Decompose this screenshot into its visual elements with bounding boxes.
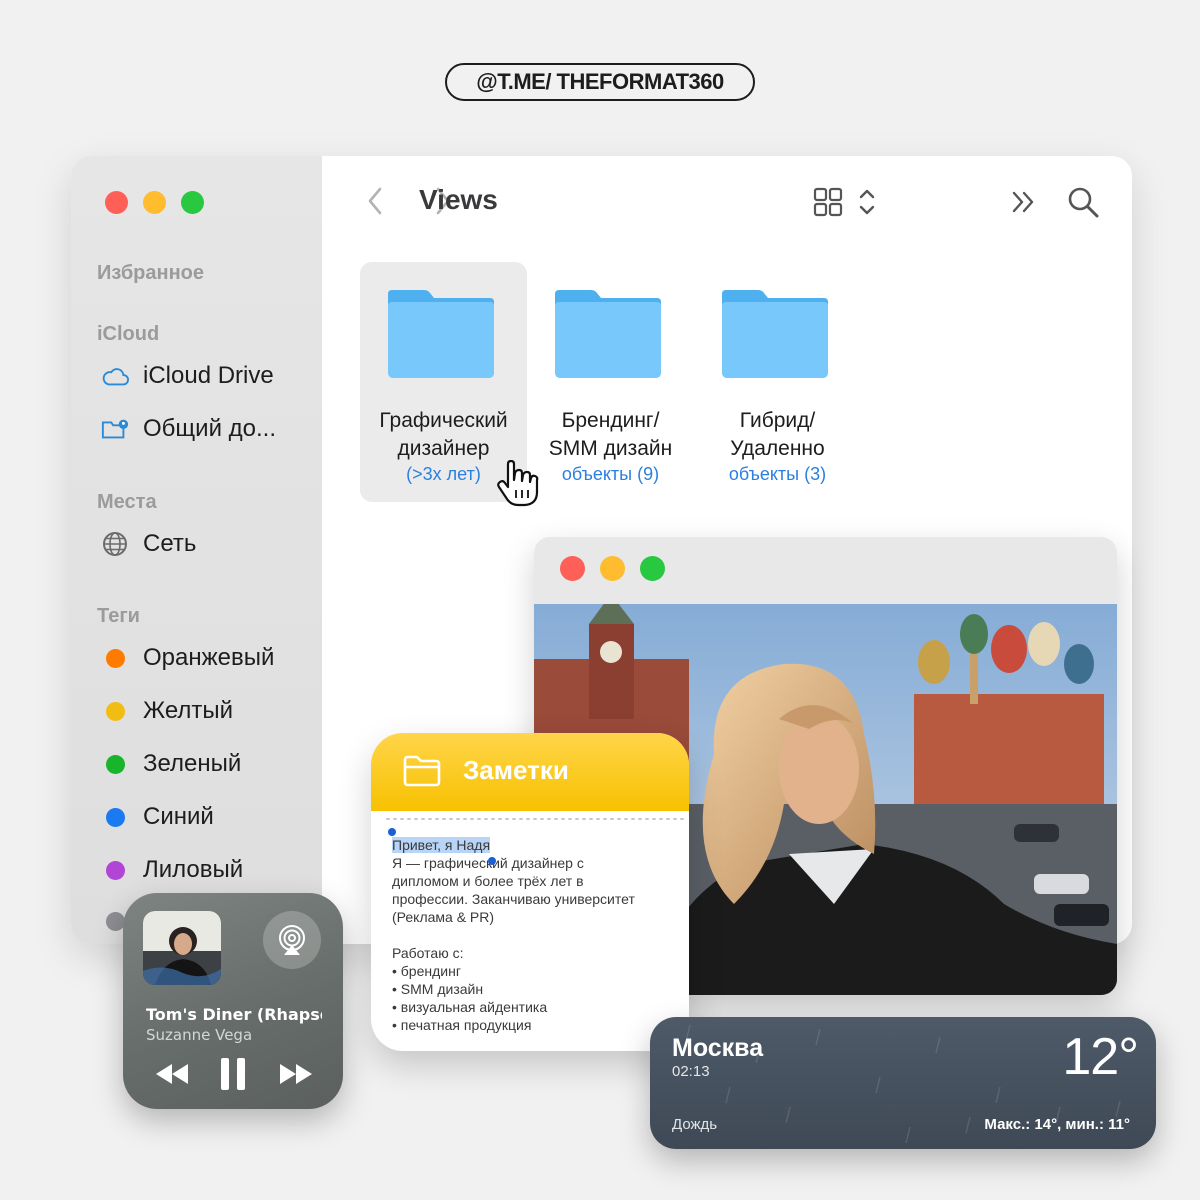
sidebar-item-icloud-drive[interactable]: iCloud Drive	[101, 362, 274, 390]
folder-name-line2: дизайнер	[397, 437, 490, 460]
more-toolbar-button[interactable]	[1008, 187, 1038, 217]
weather-temperature: 12°	[1062, 1028, 1139, 1086]
sidebar-item-network[interactable]: Сеть	[101, 530, 196, 558]
window-controls	[105, 191, 204, 214]
weather-high-low: Макс.: 14°, мин.: 11°	[984, 1116, 1130, 1133]
folder-subtitle: объекты (3)	[728, 464, 827, 484]
sidebar-item-shared[interactable]: Общий до...	[101, 415, 276, 443]
note-list-item: • брендинг	[392, 963, 461, 979]
sidebar-item-label: iCloud Drive	[143, 362, 274, 389]
note-list-item: • SMM дизайн	[392, 981, 484, 997]
zoom-button[interactable]	[640, 556, 665, 581]
globe-icon	[101, 530, 129, 558]
tag-color-dot	[106, 648, 125, 668]
notes-header: Заметки	[371, 733, 689, 811]
note-line: (Реклама & PR)	[392, 909, 495, 925]
rewind-icon	[156, 1064, 188, 1084]
notes-widget[interactable]: Заметки Привет, я Надя Я — графический д…	[371, 733, 689, 1051]
folder-icon	[722, 290, 828, 378]
sidebar-heading-favorites: Избранное	[97, 262, 205, 284]
note-list-item: • печатная продукция	[392, 1017, 532, 1033]
selected-greeting: Привет, я Надя	[392, 837, 491, 853]
pause-button[interactable]	[213, 1054, 253, 1094]
sidebar-item-label: Лиловый	[143, 856, 244, 883]
icon-grid-view-icon	[813, 187, 875, 217]
minimize-button[interactable]	[600, 556, 625, 581]
cloud-icon	[101, 362, 129, 390]
sidebar-item-label: Общий до...	[143, 415, 276, 442]
folder-name: Графический дизайнер	[360, 407, 527, 463]
weather-time: 02:13	[672, 1063, 710, 1080]
sidebar-item-label: Сеть	[143, 530, 197, 557]
weather-widget[interactable]: Москва 02:13 12° Дождь Макс.: 14°, мин.:…	[650, 1017, 1156, 1149]
back-button[interactable]	[360, 185, 390, 217]
sidebar-item-label: Оранжевый	[143, 644, 275, 671]
close-button[interactable]	[105, 191, 128, 214]
folder-icon	[403, 755, 441, 787]
note-list-item: • визуальная айдентика	[392, 999, 548, 1015]
window-title: Views	[419, 184, 498, 215]
folder-name-line1: Брендинг/	[561, 409, 660, 432]
folder-branding-smm[interactable]: Брендинг/SMM дизайн объекты (9)	[527, 262, 694, 502]
folder-name-line2: Удаленно	[730, 437, 825, 460]
folder-name: Брендинг/SMM дизайн	[527, 407, 694, 463]
tag-color-dot	[106, 701, 125, 721]
sidebar-tag-green[interactable]: Зеленый	[101, 750, 241, 778]
sidebar-tag-yellow[interactable]: Желтый	[101, 697, 233, 725]
folder-subtitle: объекты (9)	[561, 464, 660, 484]
fast-forward-icon	[280, 1064, 312, 1084]
weather-condition: Дождь	[672, 1116, 718, 1133]
notes-title: Заметки	[463, 755, 569, 785]
airplay-button[interactable]	[263, 911, 321, 969]
sidebar-item-label: Синий	[143, 803, 214, 830]
tag-color-dot	[106, 807, 125, 827]
chevron-left-icon	[368, 187, 382, 215]
folder-name: Гибрид/Удаленно	[694, 407, 861, 463]
notes-body[interactable]: Привет, я Надя Я — графический дизайнер …	[392, 836, 677, 1034]
zoom-button[interactable]	[181, 191, 204, 214]
folder-name-line1: Гибрид/	[739, 409, 816, 432]
double-chevron-right-icon	[1012, 191, 1034, 213]
sidebar-tag-blue[interactable]: Синий	[101, 803, 214, 831]
dotted-divider	[386, 818, 684, 820]
shared-folder-icon	[101, 415, 129, 443]
track-artist: Suzanne Vega	[146, 1026, 253, 1044]
search-icon	[1068, 187, 1099, 218]
sidebar-tag-orange[interactable]: Оранжевый	[101, 644, 274, 672]
track-title: Tom's Diner (Rhapsody)	[146, 1005, 322, 1024]
weather-city: Москва	[672, 1034, 764, 1062]
pause-icon	[221, 1058, 245, 1090]
finder-sidebar: Избранное iCloud iCloud Drive Общий до..…	[71, 156, 322, 944]
sidebar-item-label: Зеленый	[143, 750, 242, 777]
tag-color-dot	[106, 860, 125, 880]
previous-track-button[interactable]	[149, 1057, 195, 1091]
folder-icon	[555, 290, 661, 378]
folder-name-line1: Графический	[379, 409, 508, 432]
channel-handle-badge[interactable]: @T.ME/ THEFORMAT360	[445, 63, 755, 101]
window-controls	[560, 556, 665, 581]
hand-pointer-cursor-icon	[497, 460, 539, 507]
minimize-button[interactable]	[143, 191, 166, 214]
search-button[interactable]	[1064, 183, 1102, 221]
folder-icon	[388, 290, 494, 378]
sidebar-heading-places: Места	[97, 491, 157, 513]
view-options-button[interactable]	[812, 185, 878, 219]
next-track-button[interactable]	[273, 1057, 319, 1091]
close-button[interactable]	[560, 556, 585, 581]
now-playing-widget: Tom's Diner (Rhapsody) Suzanne Vega	[123, 893, 343, 1109]
selection-handle-end[interactable]	[487, 856, 497, 866]
tag-color-dot	[106, 754, 125, 774]
sidebar-item-label: Желтый	[143, 697, 234, 724]
sidebar-heading-icloud: iCloud	[97, 323, 160, 345]
album-art[interactable]	[143, 911, 221, 985]
folder-hybrid-remote[interactable]: Гибрид/Удаленно объекты (3)	[694, 262, 861, 502]
note-work-heading: Работаю с:	[392, 945, 464, 961]
sidebar-tag-purple[interactable]: Лиловый	[101, 856, 243, 884]
note-line: Я — графический дизайнер с	[392, 855, 584, 871]
note-line: профессии. Заканчиваю университет	[392, 891, 635, 907]
sidebar-heading-tags: Теги	[97, 605, 140, 627]
airplay-icon	[279, 925, 305, 955]
folder-name-line2: SMM дизайн	[548, 437, 673, 460]
note-line: дипломом и более трёх лет в	[392, 873, 584, 889]
